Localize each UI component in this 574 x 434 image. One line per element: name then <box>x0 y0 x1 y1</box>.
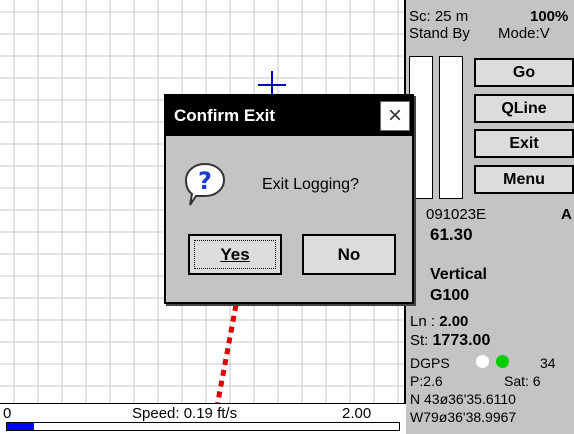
dgps-green-dot <box>496 355 509 368</box>
speed-min-label: 0 <box>3 405 12 422</box>
question-icon: ? <box>184 162 226 206</box>
yes-button[interactable]: Yes <box>188 234 282 275</box>
no-button[interactable]: No <box>302 234 396 275</box>
speed-readout: Speed: 0.19 ft/s <box>132 405 238 422</box>
speed-progress-fill <box>7 423 35 430</box>
exit-button[interactable]: Exit <box>474 129 574 158</box>
line-label: Ln : <box>410 313 440 330</box>
station-label: St: <box>410 332 433 349</box>
percent-label: 100% <box>530 8 569 25</box>
grid-label: G100 <box>430 287 470 304</box>
focus-indicator <box>194 240 276 269</box>
orientation-label: Vertical <box>430 266 487 283</box>
dialog-title: Confirm Exit <box>174 106 276 125</box>
track-line <box>213 304 239 412</box>
dialog-titlebar: Confirm Exit × <box>166 96 412 136</box>
mode-label: Mode:V <box>498 25 550 42</box>
no-button-label: No <box>337 244 361 264</box>
station-readout: St: 1773.00 <box>410 332 490 350</box>
dgps-number: 34 <box>540 355 556 371</box>
qline-button[interactable]: QLine <box>474 94 574 123</box>
signal-meter-2 <box>439 56 463 199</box>
flag-label: A <box>561 206 572 223</box>
latitude-label: N 43ø36'35.6110 <box>410 391 516 407</box>
state-label: Stand By <box>409 25 470 42</box>
scale-label: Sc: 25 m <box>409 8 469 25</box>
pdop-label: P:2.6 <box>410 373 443 389</box>
speed-progress <box>6 422 400 431</box>
go-button[interactable]: Go <box>474 58 574 87</box>
speed-max-label: 2.00 <box>342 405 372 422</box>
svg-text:?: ? <box>198 167 212 195</box>
station-value: 1773.00 <box>432 332 491 349</box>
dgps-white-dot <box>476 355 489 368</box>
longitude-label: W79ø36'38.9967 <box>410 409 517 425</box>
line-value: 2.00 <box>439 313 469 330</box>
file-label: 091023E <box>426 206 487 223</box>
dialog-message: Exit Logging? <box>262 176 359 193</box>
value-label: 61.30 <box>430 225 473 244</box>
dgps-label: DGPS <box>410 355 450 371</box>
confirm-exit-dialog: Confirm Exit × ? Exit Logging? Yes No <box>164 94 414 304</box>
line-readout: Ln : 2.00 <box>410 313 468 330</box>
close-icon[interactable]: × <box>380 101 410 131</box>
sat-label: Sat: 6 <box>504 373 541 389</box>
menu-button[interactable]: Menu <box>474 165 574 194</box>
